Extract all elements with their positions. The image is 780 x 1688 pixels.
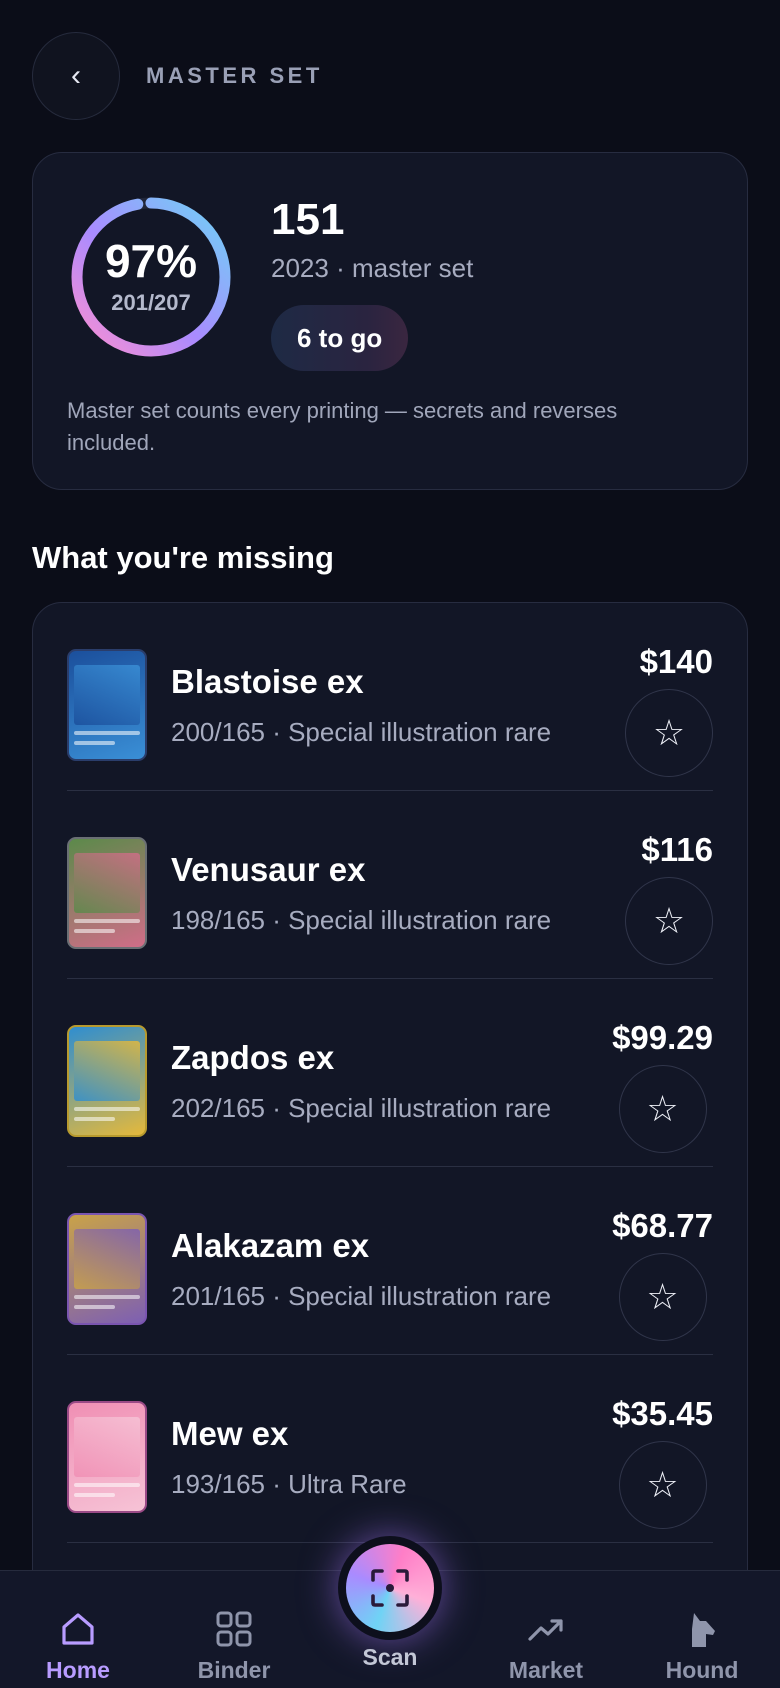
page-title: MASTER SET [146,63,323,88]
progress-ring: 97% 201/207 [69,195,233,359]
card-name: Venusaur ex [171,851,366,888]
nav-market[interactable]: Market [468,1571,624,1688]
dog-icon [692,1613,715,1647]
nav-binder-label: Binder [197,1657,271,1683]
nav-hound[interactable]: Hound [624,1571,780,1688]
wishlist-button[interactable]: ☆ [625,877,713,965]
list-item[interactable]: Blastoise ex 200/165 · Special illustrat… [67,603,713,791]
progress-percent: 97% [104,235,198,287]
card-name: Zapdos ex [171,1039,335,1076]
wishlist-button[interactable]: ☆ [618,1065,707,1153]
back-button[interactable]: ‹ [32,32,120,120]
set-name: 151 [271,195,345,244]
card-thumbnail [67,649,147,761]
home-icon [62,1613,94,1645]
star-outline-icon: ☆ [652,712,686,753]
nav-scan-label: Scan [362,1644,418,1670]
nav-hound-label: Hound [665,1657,739,1683]
list-item[interactable]: Mew ex 193/165 · Ultra Rare $35.45 ☆ [67,1355,713,1543]
card-name: Alakazam ex [171,1227,370,1264]
card-detail: 202/165 · Special illustration rare [171,1093,552,1123]
card-price: $68.77 [612,1207,713,1244]
missing-section-title: What you're missing [32,540,334,575]
card-price: $140 [639,643,713,680]
card-thumbnail [67,837,147,949]
nav-home-label: Home [46,1657,110,1683]
nav-binder[interactable]: Binder [156,1571,312,1688]
star-outline-icon: ☆ [646,1276,679,1317]
list-item[interactable]: Alakazam ex 201/165 · Special illustrati… [67,1167,713,1355]
card-thumbnail [67,1213,147,1325]
header: ‹ MASTER SET [32,32,748,120]
chevron-left-icon: ‹ [71,59,81,92]
card-name: Blastoise ex [171,663,364,700]
nav-market-label: Market [508,1657,584,1683]
set-note: Master set counts every printing — secre… [67,398,618,455]
list-item[interactable]: Venusaur ex 198/165 · Special illustrati… [67,791,713,979]
card-detail: 198/165 · Special illustration rare [171,905,552,935]
wishlist-button[interactable]: ☆ [618,1253,707,1341]
trend-up-icon [528,1619,563,1641]
list-item[interactable]: Zapdos ex 202/165 · Special illustration… [67,979,713,1167]
set-subtitle: 2023 · master set [271,253,474,283]
remaining-badge[interactable]: 6 to go [271,305,409,371]
grid-icon [216,1611,252,1647]
star-outline-icon: ☆ [646,1088,679,1129]
card-name: Mew ex [171,1415,289,1452]
card-price: $116 [641,831,713,868]
card-price: $35.45 [612,1395,713,1432]
card-thumbnail [67,1025,147,1137]
scan-button[interactable] [338,1536,442,1640]
scan-icon [371,1569,409,1607]
card-detail: 193/165 · Ultra Rare [171,1469,407,1499]
missing-cards-list: Blastoise ex 200/165 · Special illustrat… [32,602,748,1688]
set-summary-card: 97% 201/207 151 2023 · master set 6 to g… [32,152,748,490]
card-price: $99.29 [612,1019,713,1056]
star-outline-icon: ☆ [646,1464,679,1505]
progress-fraction: 201/207 [111,290,191,315]
wishlist-button[interactable]: ☆ [618,1441,707,1529]
card-detail: 200/165 · Special illustration rare [171,717,552,747]
wishlist-button[interactable]: ☆ [625,689,713,777]
nav-home[interactable]: Home [0,1571,156,1688]
card-detail: 201/165 · Special illustration rare [171,1281,552,1311]
star-outline-icon: ☆ [652,900,686,941]
card-thumbnail [67,1401,147,1513]
